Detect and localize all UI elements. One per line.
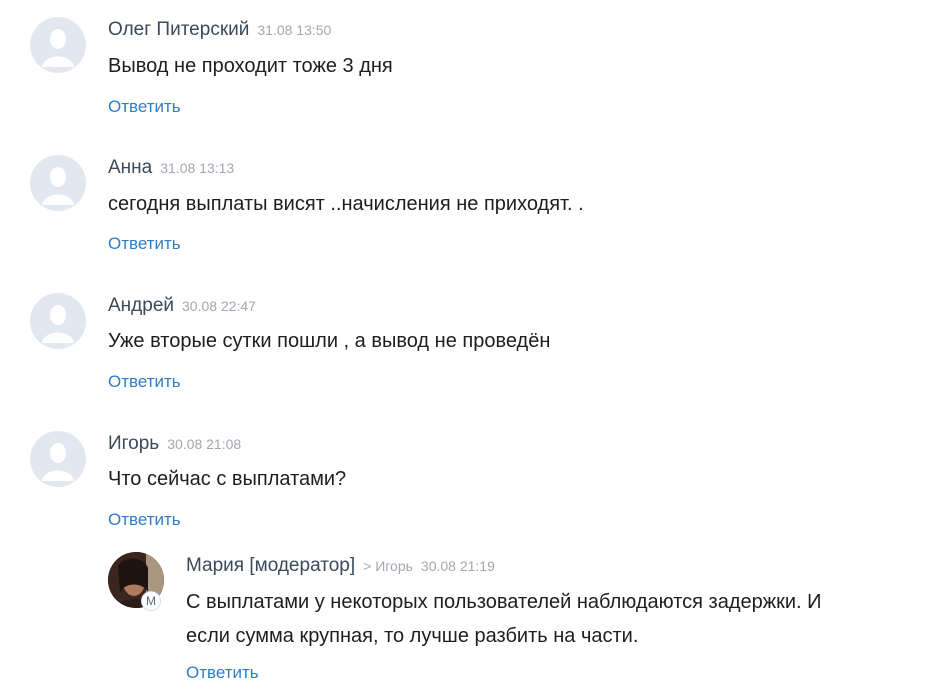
default-user-icon[interactable] xyxy=(30,17,86,73)
comment-date: 31.08 13:50 xyxy=(257,22,332,38)
comment-text: С выплатами у некоторых пользователей на… xyxy=(186,585,822,653)
comment-text-line: если сумма крупная, то лучше разбить на … xyxy=(186,625,639,647)
reply-link[interactable]: Ответить xyxy=(108,372,181,392)
comment-date: 30.08 21:19 xyxy=(420,558,495,574)
comment-meta: Олег Питерский 31.08 13:50 xyxy=(108,19,331,41)
comment-text: сегодня выплаты висят ..начисления не пр… xyxy=(108,193,584,215)
comment-meta: Мария [модератор] > Игорь 30.08 21:19 xyxy=(186,555,495,577)
reply-link[interactable]: Ответить xyxy=(108,234,181,254)
author-name[interactable]: Анна xyxy=(108,157,152,178)
comment-text-line: С выплатами у некоторых пользователей на… xyxy=(186,591,822,613)
author-name[interactable]: Игорь xyxy=(108,433,159,454)
default-user-icon[interactable] xyxy=(30,293,86,349)
reply-link[interactable]: Ответить xyxy=(108,510,181,530)
author-name[interactable]: Олег Питерский xyxy=(108,19,249,40)
comment-meta: Андрей 30.08 22:47 xyxy=(108,295,256,317)
comment-date: 31.08 13:13 xyxy=(160,160,235,176)
comment-meta: Игорь 30.08 21:08 xyxy=(108,433,241,455)
moderator-badge: M xyxy=(142,592,160,610)
comment-text: Уже вторые сутки пошли , а вывод не пров… xyxy=(108,330,551,352)
comment-date: 30.08 21:08 xyxy=(167,436,242,452)
reply-to-link[interactable]: > Игорь xyxy=(363,558,413,574)
comment-text: Вывод не проходит тоже 3 дня xyxy=(108,55,393,77)
reply-link[interactable]: Ответить xyxy=(108,97,181,117)
author-name[interactable]: Андрей xyxy=(108,295,174,316)
comment-text: Что сейчас с выплатами? xyxy=(108,468,347,490)
author-name[interactable]: Мария [модератор] xyxy=(186,555,355,576)
default-user-icon[interactable] xyxy=(30,155,86,211)
default-user-icon[interactable] xyxy=(30,431,86,487)
comment-date: 30.08 22:47 xyxy=(182,298,256,314)
comment-meta: Анна 31.08 13:13 xyxy=(108,157,234,179)
reply-link[interactable]: Ответить xyxy=(186,663,259,683)
